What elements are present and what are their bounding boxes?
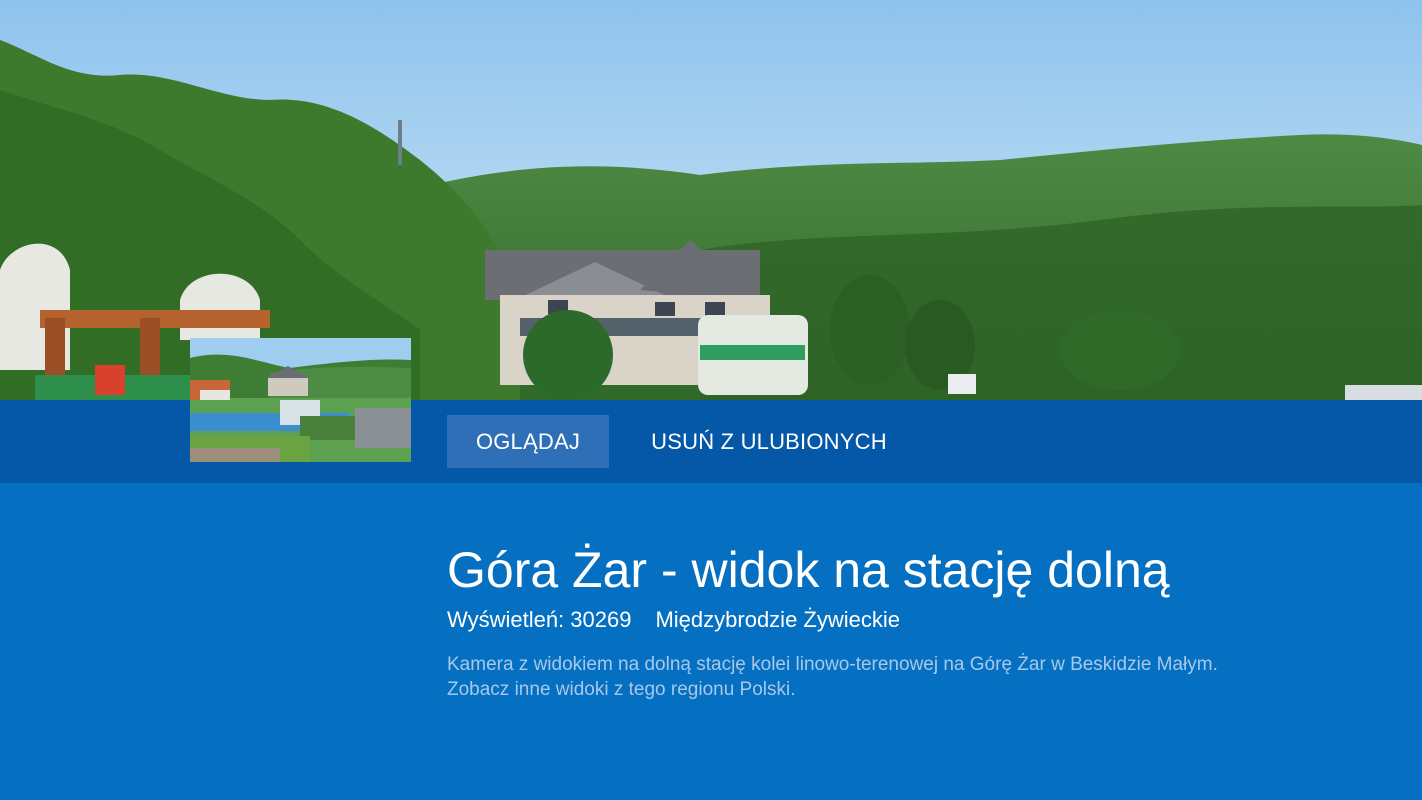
remove-favorite-button[interactable]: USUŃ Z ULUBIONYCH — [640, 415, 898, 468]
thumbnail-photo-illustration — [190, 338, 411, 462]
location-label: Międzybrodzie Żywieckie — [655, 607, 900, 632]
camera-thumbnail — [190, 338, 411, 462]
camera-title: Góra Żar - widok na stację dolną — [447, 542, 1170, 598]
view-count: Wyświetleń: 30269 — [447, 607, 632, 632]
remove-favorite-button-label: USUŃ Z ULUBIONYCH — [651, 428, 887, 454]
description-line-2: Zobacz inne widoki z tego regionu Polski… — [447, 679, 796, 700]
watch-button[interactable]: OGLĄDAJ — [447, 415, 609, 468]
watch-button-label: OGLĄDAJ — [475, 428, 581, 454]
camera-details: Góra Żar - widok na stację dolną Wyświet… — [447, 538, 1347, 702]
camera-meta: Wyświetleń: 30269 Międzybrodzie Żywiecki… — [447, 606, 1347, 634]
camera-description: Kamera z widokiem na dolną stację kolei … — [447, 652, 1327, 702]
description-line-1: Kamera z widokiem na dolną stację kolei … — [447, 654, 1218, 675]
